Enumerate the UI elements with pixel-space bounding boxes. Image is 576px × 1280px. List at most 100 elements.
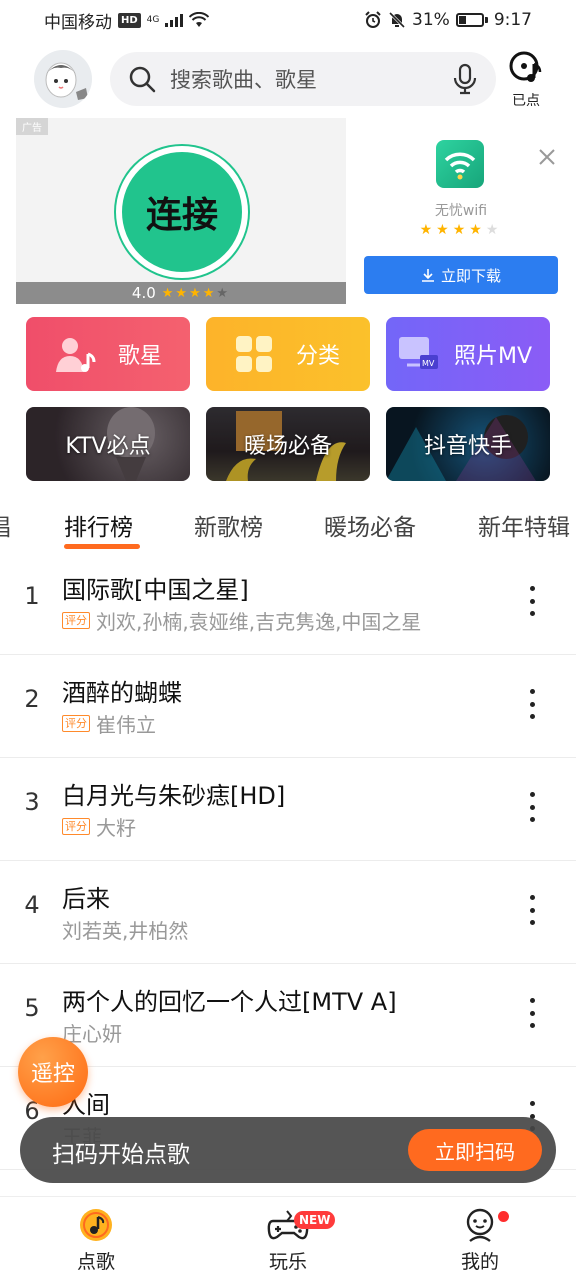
- song-row[interactable]: 1 国际歌[中国之星] 评分 刘欢,孙楠,袁娅维,吉克隽逸,中国之星: [0, 552, 576, 655]
- header: 搜索歌曲、歌星 已点: [0, 46, 576, 112]
- alarm-icon: [365, 11, 381, 28]
- banner-tiktok-label: 抖音快手: [423, 434, 512, 459]
- category-singer-label: 歌星: [118, 344, 163, 369]
- nav-mine-label: 我的: [460, 1251, 499, 1273]
- banner-ktv[interactable]: KTV必点: [26, 407, 190, 481]
- more-options-icon[interactable]: [522, 792, 542, 822]
- signal-icon: [165, 13, 184, 27]
- category-classify[interactable]: 分类: [206, 317, 370, 391]
- search-icon: [129, 66, 156, 93]
- search-input[interactable]: 搜索歌曲、歌星: [110, 52, 496, 106]
- category-classify-label: 分类: [296, 344, 341, 369]
- download-label: 立即下载: [440, 266, 501, 285]
- notification-dot: [498, 1211, 509, 1222]
- carrier-name: 中国移动: [44, 12, 112, 33]
- status-left: 中国移动 HD 4G: [44, 8, 210, 33]
- hd-badge: HD: [118, 12, 141, 28]
- ad-tag: 广告: [16, 118, 48, 135]
- network-type: 4G: [146, 15, 160, 25]
- scan-now-button[interactable]: 立即扫码: [408, 1129, 542, 1171]
- song-title: 酒醉的蝴蝶: [62, 679, 182, 707]
- song-artist: 大籽: [96, 816, 136, 840]
- remote-control-button[interactable]: 遥控: [18, 1037, 88, 1107]
- scan-prompt-bar: 扫码开始点歌 立即扫码: [20, 1117, 556, 1183]
- user-avatar[interactable]: [34, 50, 92, 108]
- song-rank: 4: [24, 891, 40, 919]
- music-note-disc-icon: [80, 1209, 112, 1241]
- bottom-nav: 点歌 NEW 玩乐 我的: [0, 1196, 576, 1280]
- category-photo-mv[interactable]: MV 照片MV: [386, 317, 550, 391]
- svg-text:MV: MV: [422, 359, 435, 368]
- remote-control-label: 遥控: [30, 1062, 75, 1087]
- status-bar: 中国移动 HD 4G 31% 9:17: [0, 0, 576, 40]
- microphone-icon[interactable]: [452, 63, 478, 95]
- selected-label: 已点: [512, 93, 540, 109]
- new-badge: NEW: [294, 1211, 336, 1229]
- tab-prev[interactable]: 唱: [0, 508, 11, 542]
- more-options-icon[interactable]: [522, 689, 542, 719]
- song-row[interactable]: 4 后来 刘若英,井柏然: [0, 861, 576, 964]
- song-subtitle: 评分 大籽: [62, 812, 136, 841]
- song-row[interactable]: 2 酒醉的蝴蝶 评分 崔伟立: [0, 655, 576, 758]
- connect-circle: 连接: [116, 146, 248, 278]
- tab-warmup[interactable]: 暖场必备: [324, 508, 416, 542]
- wifi-app-icon: [436, 140, 484, 188]
- song-title: 白月光与朱砂痣[HD]: [62, 782, 286, 810]
- ad-image[interactable]: 广告 连接 4.0 ★★★★★: [16, 118, 346, 304]
- more-options-icon[interactable]: [522, 998, 542, 1028]
- more-options-icon[interactable]: [522, 895, 542, 925]
- battery-percent: 31%: [412, 10, 450, 30]
- selected-songs-button[interactable]: 已点: [504, 50, 548, 110]
- tab-new-year[interactable]: 新年特辑: [478, 508, 570, 542]
- song-rank: 5: [24, 994, 40, 1022]
- song-subtitle: 评分 刘欢,孙楠,袁娅维,吉克隽逸,中国之星: [62, 606, 421, 635]
- grid-icon: [236, 336, 272, 372]
- nav-item-mine[interactable]: 我的: [384, 1197, 576, 1280]
- active-tab-indicator: [64, 544, 140, 549]
- close-icon[interactable]: [536, 146, 558, 168]
- song-row[interactable]: 3 白月光与朱砂痣[HD] 评分 大籽: [0, 758, 576, 861]
- song-rank: 1: [24, 582, 40, 610]
- song-row[interactable]: 5 两个人的回忆一个人过[MTV A] 庄心妍: [0, 964, 576, 1067]
- song-rank: 2: [24, 685, 40, 713]
- ad-app-panel: 无忧wifi ★★★★★ 立即下载: [364, 118, 558, 304]
- song-artist: 刘若英,井柏然: [62, 919, 189, 943]
- banner-warmup-label: 暖场必备: [243, 434, 332, 459]
- ad-rating-bar: 4.0 ★★★★★: [16, 282, 346, 304]
- song-subtitle: 刘若英,井柏然: [62, 915, 188, 944]
- song-title: 两个人的回忆一个人过[MTV A]: [62, 988, 397, 1016]
- tab-ranking[interactable]: 排行榜: [64, 508, 133, 542]
- battery-fill: [458, 16, 466, 24]
- user-face-icon: [466, 1208, 494, 1242]
- connect-text: 连接: [145, 195, 218, 236]
- wifi-icon: [189, 12, 210, 27]
- avatar-illustration-icon: [34, 50, 92, 108]
- song-title: 后来: [62, 885, 110, 913]
- download-icon: [421, 269, 434, 282]
- nav-song-label: 点歌: [76, 1251, 115, 1273]
- score-badge: 评分: [62, 818, 90, 835]
- score-badge: 评分: [62, 715, 90, 732]
- mute-bell-icon: [388, 11, 406, 29]
- chart-tabs: 唱 排行榜 新歌榜 暖场必备 新年特辑: [0, 500, 576, 552]
- nav-play-label: 玩乐: [268, 1251, 307, 1273]
- nav-item-song[interactable]: 点歌: [0, 1197, 192, 1280]
- category-singer[interactable]: 歌星: [26, 317, 190, 391]
- tab-new-songs[interactable]: 新歌榜: [194, 508, 263, 542]
- download-button[interactable]: 立即下载: [364, 256, 558, 294]
- app-rating-stars: ★★★★★: [419, 222, 503, 238]
- banner-tiktok[interactable]: 抖音快手: [386, 407, 550, 481]
- ad-rating-stars: ★★★★★: [161, 285, 231, 301]
- status-right: 31% 9:17: [364, 10, 532, 30]
- scan-prompt-text: 扫码开始点歌: [52, 1142, 190, 1168]
- song-subtitle: 评分 崔伟立: [62, 709, 156, 738]
- banner-warmup[interactable]: 暖场必备: [206, 407, 370, 481]
- battery-icon: [455, 13, 488, 27]
- singer-icon: [56, 338, 96, 372]
- song-title: 国际歌[中国之星]: [62, 576, 249, 604]
- ad-rating-value: 4.0: [131, 284, 156, 302]
- ad-banner[interactable]: 广告 连接 4.0 ★★★★★ 无忧wifi ★★★★★ 立即下载: [16, 118, 558, 304]
- nav-item-play[interactable]: NEW 玩乐: [192, 1197, 384, 1280]
- clock-time: 9:17: [493, 10, 532, 30]
- more-options-icon[interactable]: [522, 586, 542, 616]
